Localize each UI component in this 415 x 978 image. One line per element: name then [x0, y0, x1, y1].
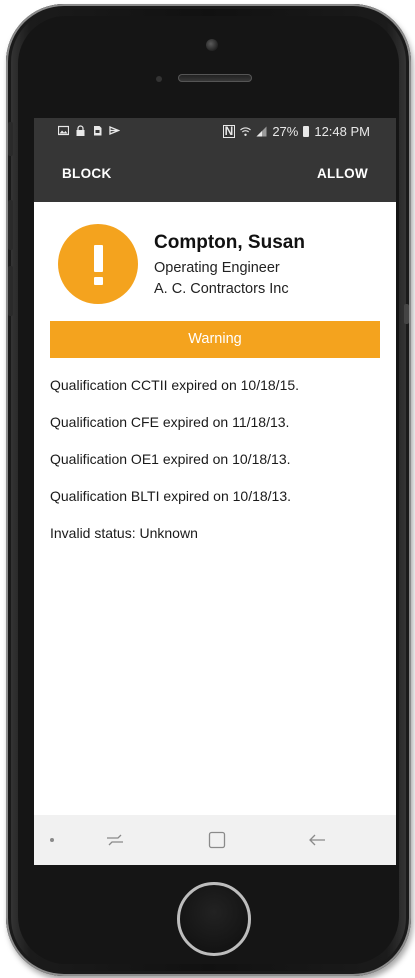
home-icon[interactable]	[206, 829, 228, 851]
battery-percent: 27%	[272, 124, 299, 139]
worker-header: Compton, Susan Operating Engineer A. C. …	[58, 224, 378, 306]
front-camera	[206, 39, 218, 51]
clock: 12:48 PM	[314, 124, 370, 139]
recent-apps-icon[interactable]	[104, 829, 126, 851]
warning-badge	[58, 224, 138, 304]
android-nav-bar	[34, 815, 396, 865]
list-item: Qualification OE1 expired on 10/18/13.	[50, 451, 291, 467]
home-hardware-button[interactable]	[177, 882, 251, 956]
app-screen: N 27% 12:48 PM BLOCK ALLOW Compton, Susa…	[34, 118, 396, 865]
nav-dot	[50, 838, 54, 842]
list-item: Qualification CFE expired on 11/18/13.	[50, 414, 290, 430]
battery-icon	[303, 126, 310, 137]
list-item: Qualification CCTII expired on 10/18/15.	[50, 377, 300, 393]
cast-icon	[109, 126, 120, 135]
list-item: Invalid status: Unknown	[50, 525, 198, 541]
status-bar: N 27% 12:48 PM	[34, 118, 396, 146]
list-item: Qualification BLTI expired on 10/18/13.	[50, 488, 292, 504]
nfc-icon: N	[222, 124, 236, 138]
status-system: N 27% 12:48 PM	[222, 124, 370, 139]
back-icon[interactable]	[306, 829, 328, 851]
gallery-icon	[58, 125, 69, 136]
worker-name: Compton, Susan	[154, 232, 305, 253]
signal-icon	[256, 126, 267, 137]
volume-up-button	[8, 200, 13, 250]
allow-button[interactable]: ALLOW	[317, 166, 368, 181]
warning-banner: Warning	[50, 321, 380, 358]
action-bar: BLOCK ALLOW	[34, 146, 396, 202]
wifi-icon	[240, 127, 252, 136]
mute-switch	[8, 122, 13, 156]
issue-list: Qualification CCTII expired on 10/18/15.…	[50, 375, 385, 560]
power-button	[404, 304, 409, 324]
worker-company: A. C. Contractors Inc	[154, 281, 289, 297]
worker-role: Operating Engineer	[154, 260, 280, 276]
lock-icon	[76, 125, 85, 136]
sd-card-icon	[94, 126, 102, 136]
exclamation-icon	[94, 245, 103, 285]
volume-down-button	[8, 266, 13, 316]
block-button[interactable]: BLOCK	[62, 166, 112, 181]
status-notifications	[58, 125, 120, 136]
proximity-sensor	[156, 76, 162, 82]
earpiece-speaker	[178, 74, 252, 82]
